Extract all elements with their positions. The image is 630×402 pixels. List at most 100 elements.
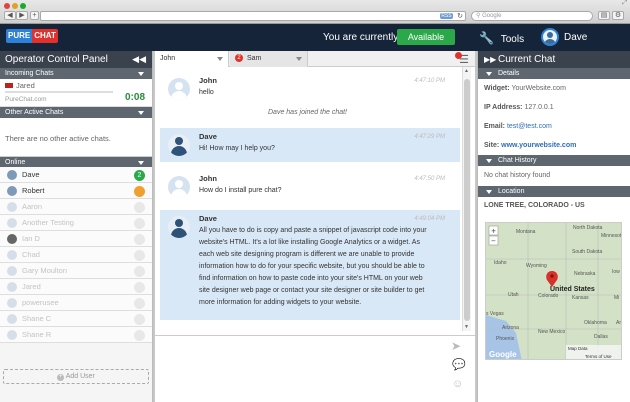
message-text: Hi! How may I help you? — [199, 145, 275, 152]
forward-button[interactable]: ▶ — [16, 11, 28, 20]
message-compose[interactable]: ➤ 💬 ☺ — [155, 335, 475, 402]
operator-row[interactable]: Aaron — [0, 199, 152, 215]
chevron-down-icon — [138, 111, 144, 115]
location-label: Location — [498, 188, 525, 195]
tools-menu[interactable]: 🔧 Tools — [479, 31, 524, 45]
map-label: Oklahoma — [584, 320, 607, 326]
bookmark-icon[interactable]: ▤ — [598, 11, 610, 20]
operator-row[interactable]: powerusee — [0, 295, 152, 311]
availability-button[interactable]: Available — [397, 29, 455, 45]
scrollbar-thumb[interactable] — [464, 79, 470, 321]
chat-history-header[interactable]: Chat History — [478, 155, 630, 166]
map-label: North Dakota — [573, 225, 603, 231]
chat-history-label: Chat History — [498, 157, 537, 164]
zoom-in-label: + — [491, 227, 496, 236]
add-user-label: Add User — [65, 373, 95, 380]
message-input[interactable] — [155, 336, 445, 402]
send-icon[interactable]: ➤ — [451, 339, 461, 353]
ip-row: IP Address: 127.0.0.1 — [478, 98, 630, 117]
search-icon: ⚲ — [476, 13, 481, 19]
operator-row[interactable]: Shane C — [0, 311, 152, 327]
tab-sam[interactable]: 2 Sam — [230, 51, 308, 67]
operator-row[interactable]: Chad — [0, 247, 152, 263]
operator-row[interactable]: Robert — [0, 183, 152, 199]
user-menu[interactable]: Dave — [541, 28, 587, 46]
ip-value: 127.0.0.1 — [524, 104, 554, 111]
maximize-window-icon[interactable] — [20, 3, 26, 9]
emoji-icon[interactable]: ☺ — [452, 378, 463, 390]
online-header[interactable]: Online — [0, 156, 152, 167]
canned-response-icon[interactable]: 💬 — [452, 358, 466, 371]
email-link[interactable]: test@test.com — [507, 123, 552, 130]
operator-row[interactable]: Gary Moulton — [0, 263, 152, 279]
visitor-avatar-icon — [168, 78, 190, 100]
map-label: New Mexico — [538, 329, 565, 335]
new-tab-button[interactable]: + — [30, 11, 39, 20]
chevron-down-icon — [217, 57, 223, 61]
settings-gear-icon[interactable]: ⚙ — [612, 11, 624, 20]
site-label: Site: — [484, 142, 500, 149]
user-icon — [7, 330, 17, 340]
operator-row[interactable]: Jared — [0, 279, 152, 295]
status-badge — [134, 202, 145, 213]
operator-row[interactable]: Another Testing — [0, 215, 152, 231]
other-chats-header[interactable]: Other Active Chats — [0, 107, 152, 118]
message-operator: Dave Hi! How may I help you? 4:47:29 PM — [160, 128, 460, 162]
map-label: Mi — [614, 295, 619, 301]
details-header[interactable]: Details — [478, 68, 630, 79]
tab-label: John — [160, 55, 176, 62]
widget-row: Widget: YourWebsite.com — [478, 79, 630, 98]
scroll-down-icon[interactable]: ▼ — [464, 324, 469, 330]
chat-tabs: John 2 Sam ☰ — [155, 51, 475, 67]
message-line: All you have to do is copy and paste a s… — [199, 227, 427, 234]
user-icon — [7, 218, 17, 228]
address-bar[interactable]: RSS ↻ — [40, 11, 466, 21]
tools-label: Tools — [500, 34, 525, 45]
fullscreen-icon[interactable]: ⤢ — [622, 0, 627, 7]
close-window-icon[interactable] — [4, 3, 10, 9]
scroll-up-icon[interactable]: ▲ — [464, 68, 469, 74]
status-badge — [134, 234, 145, 245]
incoming-chat-timer: 0:08 — [124, 92, 145, 103]
operator-panel-title: Operator Control Panel — [5, 54, 108, 65]
incoming-chats-header[interactable]: Incoming Chats — [0, 68, 152, 79]
incoming-chat-item[interactable]: Jared PureChat.com 0:08 — [0, 79, 152, 107]
browser-search-input[interactable]: ⚲ Google — [471, 11, 593, 21]
chat-scrollbar[interactable]: ▲ ▼ — [462, 67, 471, 331]
operator-name: Another Testing — [22, 218, 74, 227]
widget-label: Widget: — [484, 85, 510, 92]
system-message: Dave has joined the chat! — [268, 109, 347, 116]
add-user-button[interactable]: + Add User — [3, 369, 149, 384]
online-label: Online — [5, 159, 26, 166]
site-link[interactable]: www.yourwebsite.com — [501, 142, 576, 149]
collapse-panel-icon[interactable]: ◀◀ — [132, 51, 146, 68]
minimize-window-icon[interactable] — [12, 3, 18, 9]
back-button[interactable]: ◀ — [4, 11, 16, 20]
map-label: Wyoming — [526, 263, 547, 269]
location-map[interactable]: North Dakota Montana Minnesot South Dako… — [485, 222, 622, 360]
operator-row[interactable]: Shane R — [0, 327, 152, 343]
rss-icon[interactable]: RSS — [440, 13, 453, 19]
user-icon — [7, 202, 17, 212]
user-icon — [7, 250, 17, 260]
message-visitor: John How do I install pure chat? 4:47:50… — [160, 170, 460, 204]
incoming-chats-label: Incoming Chats — [5, 70, 54, 77]
location-value: LONE TREE, COLORADO - US — [484, 202, 585, 209]
headset-avatar-icon — [168, 216, 190, 238]
operator-row[interactable]: Ian D — [0, 231, 152, 247]
notification-badge — [455, 52, 462, 59]
expand-panel-icon[interactable]: ▶▶ — [484, 51, 496, 68]
location-header[interactable]: Location — [478, 186, 630, 197]
app-header: PURE CHAT You are currently Available 🔧 … — [0, 24, 630, 51]
operator-panel-header: Operator Control Panel ◀◀ — [0, 51, 152, 68]
terms-link[interactable]: Terms of Use — [585, 354, 612, 359]
incoming-visitor-name: Jared — [16, 81, 35, 90]
map-data-link[interactable]: Map Data — [568, 346, 588, 351]
operator-row[interactable]: Dave 2 — [0, 167, 152, 183]
user-icon — [7, 282, 17, 292]
tab-john[interactable]: John — [155, 51, 229, 67]
message-time: 4:47:10 PM — [414, 78, 445, 84]
timer-track — [5, 91, 113, 93]
user-icon — [7, 298, 17, 308]
reload-icon[interactable]: ↻ — [457, 12, 463, 20]
